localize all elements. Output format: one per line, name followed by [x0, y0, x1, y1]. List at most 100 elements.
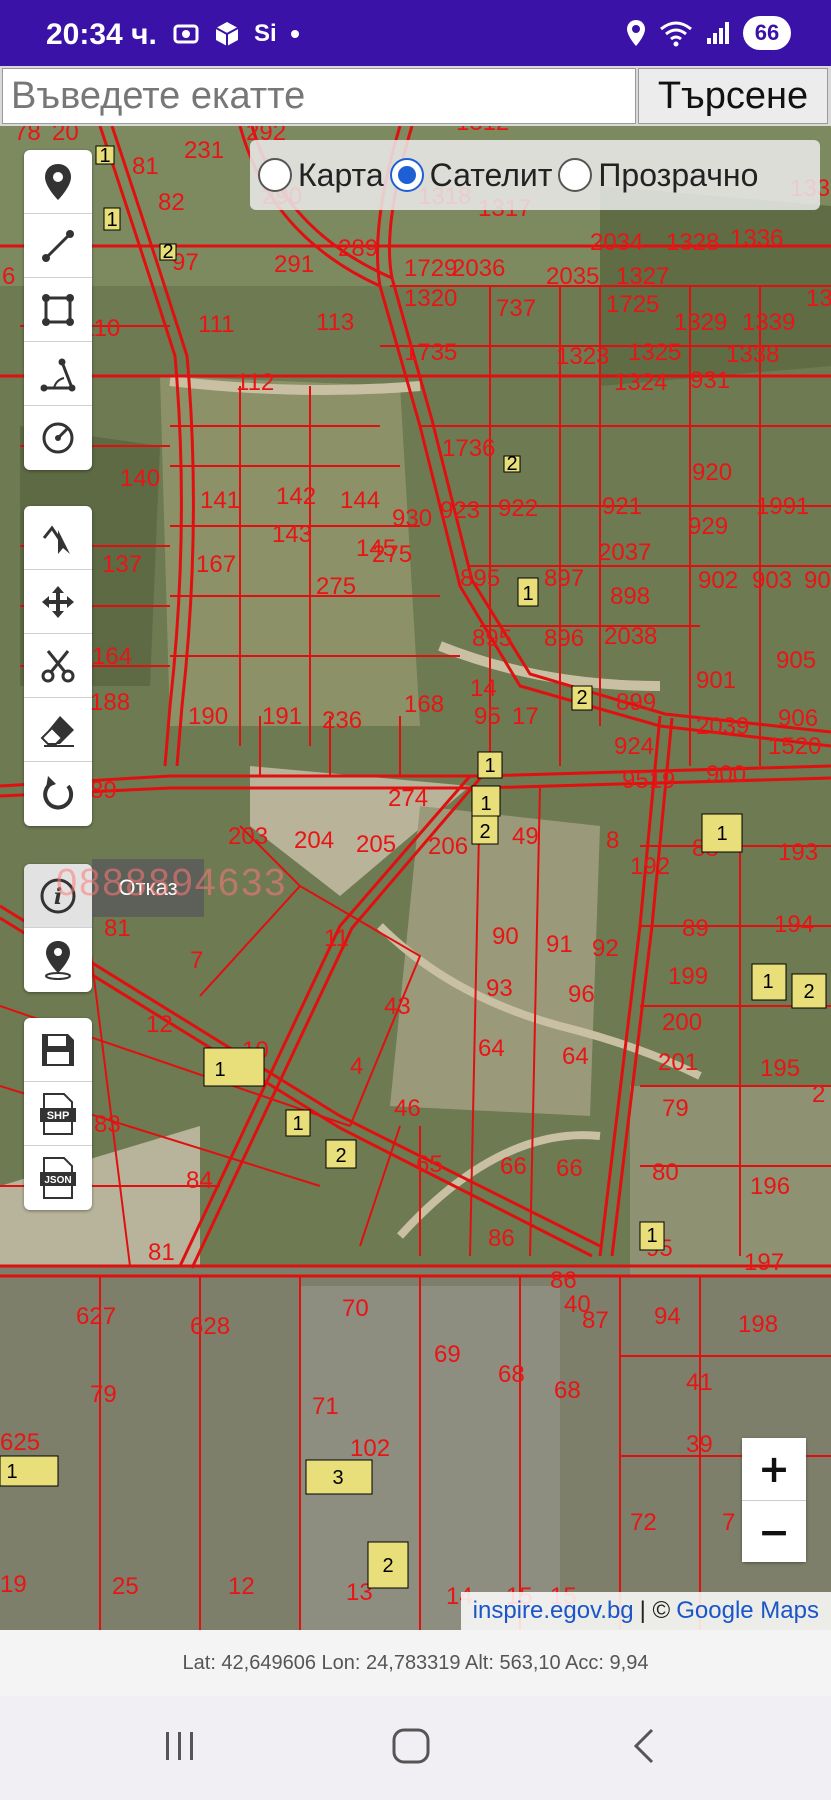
recent-apps-icon[interactable]: [160, 1726, 200, 1766]
parcel-label: 91: [546, 931, 573, 958]
building-label: 2: [382, 1555, 393, 1577]
cancel-tooltip[interactable]: Отказ: [92, 859, 204, 917]
select-vertex-tool[interactable]: [24, 506, 92, 570]
ekatte-search-input[interactable]: [2, 68, 636, 124]
parcel-label: 1736: [442, 435, 495, 462]
back-icon[interactable]: [630, 1726, 660, 1766]
parcel-label: 1320: [404, 285, 457, 312]
android-nav-bar: [0, 1696, 831, 1800]
building-label: 1: [716, 823, 727, 845]
erase-tool[interactable]: [24, 698, 92, 762]
parcel-label: 66: [500, 1153, 527, 1180]
parcel-label: 905: [776, 647, 816, 674]
gps-location-tool[interactable]: [24, 928, 92, 992]
parcel-label: 199: [668, 963, 708, 990]
location-pin-icon: [45, 941, 71, 980]
map-type-option-satellite[interactable]: Сателит: [389, 157, 552, 194]
parcel-label: 627: [76, 1303, 116, 1330]
map-type-option-map[interactable]: Карта: [258, 157, 384, 194]
radio-map[interactable]: [258, 158, 292, 192]
parcel-label: 903: [752, 567, 792, 594]
parcel-info-tool[interactable]: i: [24, 864, 92, 928]
building-label: 2: [803, 981, 814, 1003]
draw-tools-group: [24, 150, 92, 470]
draw-circle-tool[interactable]: [24, 406, 92, 470]
parcel-label: 201: [658, 1049, 698, 1076]
parcel-label: 70: [342, 1295, 369, 1322]
building-label: 1: [99, 145, 110, 167]
map-type-option-transparent[interactable]: Прозрачно: [558, 157, 758, 194]
draw-line-tool[interactable]: [24, 214, 92, 278]
location-icon: [627, 20, 645, 46]
screenshot-icon: [173, 24, 199, 44]
parcel-label: 17: [512, 703, 539, 730]
attribution-separator: | ©: [639, 1597, 671, 1624]
marker-icon: [45, 163, 71, 200]
parcel-label: 2035: [546, 263, 599, 290]
split-tool[interactable]: [24, 634, 92, 698]
parcel-label: 193: [778, 839, 818, 866]
parcel-label: 921: [602, 493, 642, 520]
draw-polygon-tool[interactable]: [24, 278, 92, 342]
map-type-selector: Карта Сателит Прозрачно: [250, 140, 820, 210]
parcel-label: 924: [614, 733, 654, 760]
google-maps-link[interactable]: Google Maps: [676, 1597, 819, 1625]
export-tools-group: SHP JSON: [24, 1018, 92, 1210]
parcel-label: 899: [616, 689, 656, 716]
undo-tool[interactable]: [24, 762, 92, 826]
parcel-label: 274: [388, 785, 428, 812]
parcel-label: 236: [322, 707, 362, 734]
save-tool[interactable]: [24, 1018, 92, 1082]
parcel-label: 204: [294, 827, 334, 854]
export-json-tool[interactable]: JSON: [24, 1146, 92, 1210]
info-icon: i: [40, 878, 76, 913]
parcel-label: 81: [132, 153, 159, 180]
parcel-label: 64: [562, 1043, 589, 1070]
svg-text:i: i: [54, 884, 62, 910]
building-label: 2: [162, 241, 173, 263]
building-label: 1: [480, 793, 491, 815]
home-icon[interactable]: [390, 1726, 434, 1766]
eraser-icon: [40, 715, 74, 747]
parcel-label: 275: [372, 541, 412, 568]
parcel-label: 920: [692, 459, 732, 486]
inspire-link[interactable]: inspire.egov.bg: [473, 1597, 634, 1625]
parcel-label: 7: [190, 947, 203, 974]
parcel-label: 2038: [604, 623, 657, 650]
parcel-label: 200: [662, 1009, 702, 1036]
parcel-label: 96: [568, 981, 595, 1008]
parcel-label: 143: [272, 521, 312, 548]
radio-transparent[interactable]: [558, 158, 593, 192]
svg-text:JSON: JSON: [44, 1175, 71, 1186]
parcel-label: 83: [94, 1111, 121, 1138]
add-marker-tool[interactable]: [24, 150, 92, 214]
parcel-label: 111: [198, 311, 234, 338]
parcel-label: 12: [228, 1573, 255, 1600]
radio-satellite[interactable]: [389, 158, 424, 192]
parcel-label: 13: [806, 285, 831, 312]
parcel-label: 90: [804, 567, 831, 594]
parcel-label: 39: [686, 1431, 713, 1458]
undo-icon: [43, 776, 74, 810]
package-icon: [215, 22, 239, 46]
circle-measure-icon: [42, 422, 74, 454]
info-tools-group: i: [24, 864, 92, 992]
map-view[interactable]: 78 20 292 1312 231 81 82 290 1318 1317 2…: [0, 126, 831, 1630]
parcel-label: 12: [146, 1011, 173, 1038]
zoom-in-button[interactable]: +: [742, 1438, 806, 1500]
cancel-label: Отказ: [118, 875, 178, 900]
parcel-label: 198: [738, 1311, 778, 1338]
parcel-label: 79: [90, 1381, 117, 1408]
select-vertex-icon: [42, 524, 70, 554]
measure-angle-tool[interactable]: [24, 342, 92, 406]
parcel-label: 931: [690, 367, 730, 394]
move-tool[interactable]: [24, 570, 92, 634]
zoom-out-button[interactable]: −: [742, 1500, 806, 1562]
building-label: 1: [106, 209, 117, 231]
search-button[interactable]: Търсене: [638, 68, 828, 124]
export-shp-tool[interactable]: SHP: [24, 1082, 92, 1146]
parcel-label: 291: [274, 251, 314, 278]
building-label: 2: [576, 687, 587, 709]
parcel-label: 1729: [404, 255, 457, 282]
parcel-label: 20: [52, 126, 79, 146]
